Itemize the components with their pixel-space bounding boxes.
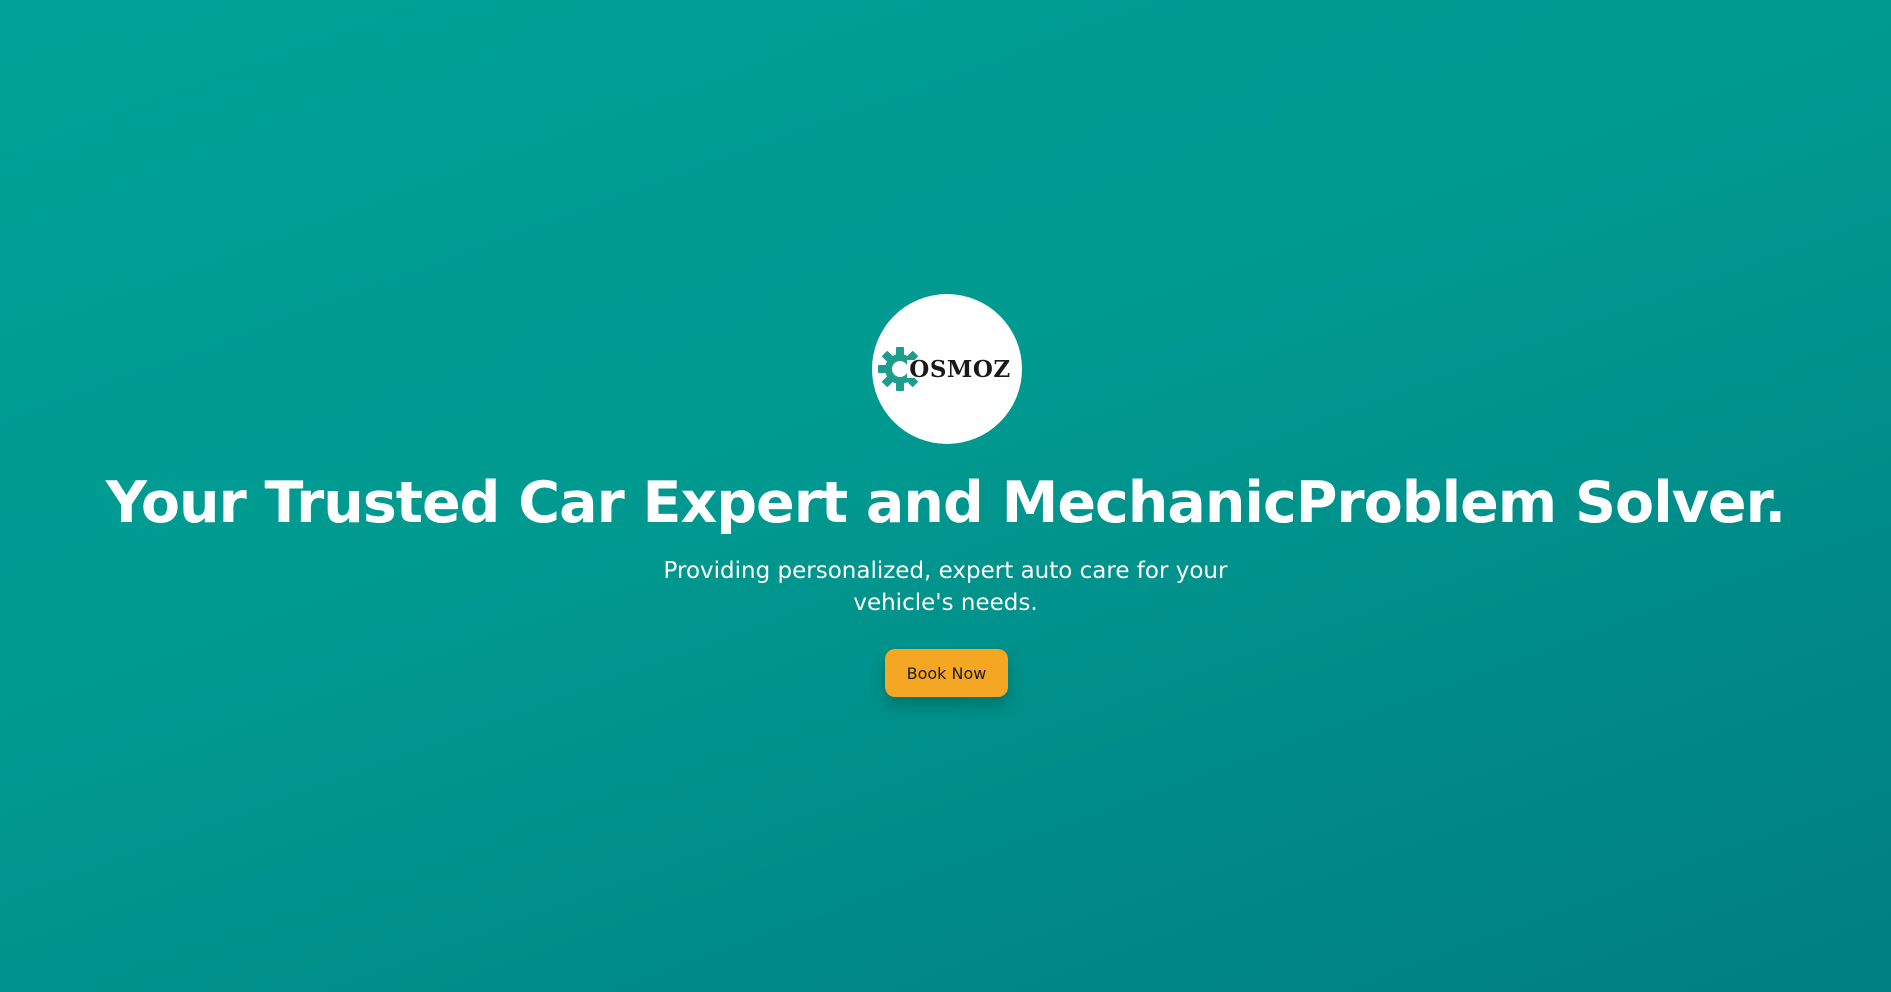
book-now-button[interactable]: Book Now	[885, 649, 1008, 697]
hero-subtitle: Providing personalized, expert auto care…	[663, 558, 1228, 616]
hero-section: OSMOZ Your Trusted Car Expert and Mechan…	[0, 0, 1891, 992]
logo: OSMOZ	[872, 294, 1022, 444]
hero-headline: Your Trusted Car Expert and MechanicProb…	[105, 470, 1786, 536]
logo-mark: OSMOZ	[877, 346, 1010, 392]
logo-text: OSMOZ	[909, 355, 1011, 383]
